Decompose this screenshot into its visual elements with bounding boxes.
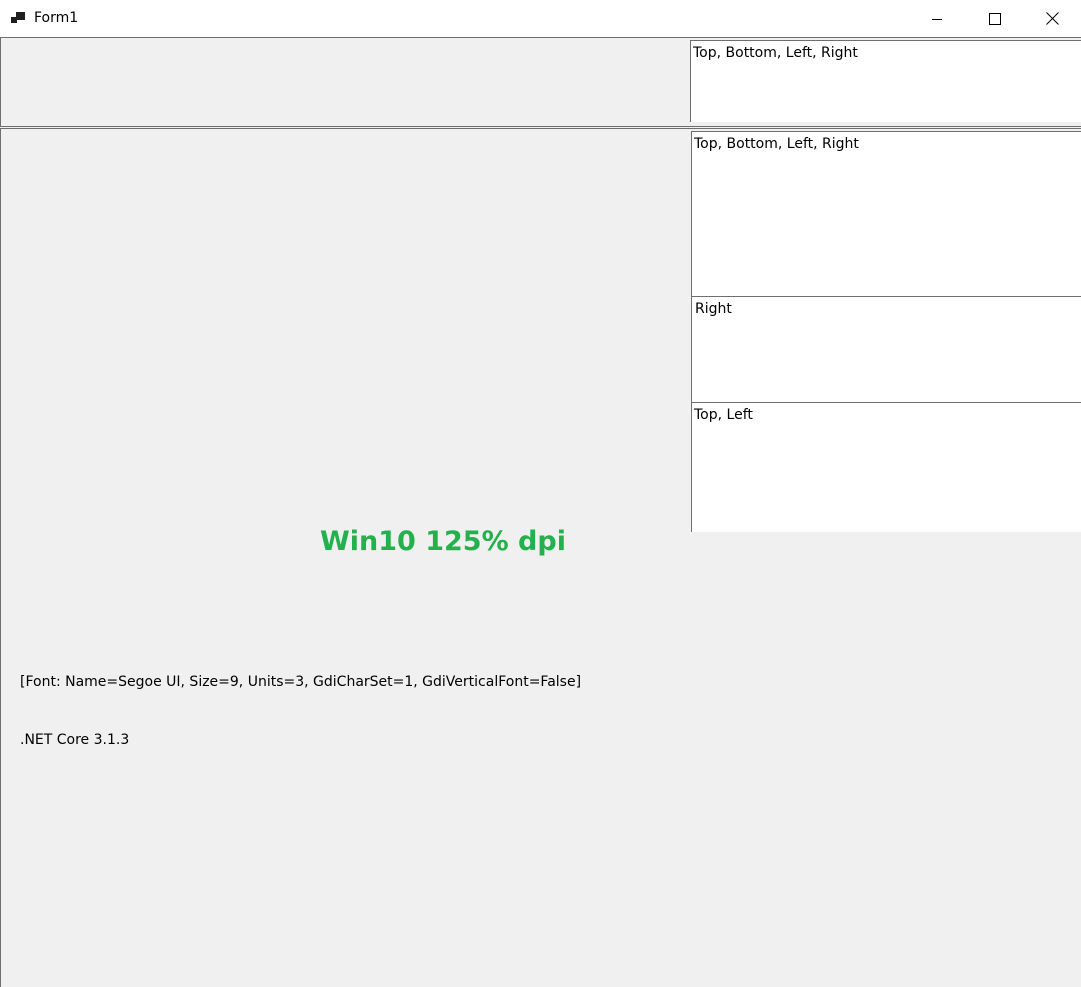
minimize-button[interactable] <box>908 0 966 37</box>
font-info-label: [Font: Name=Segoe UI, Size=9, Units=3, G… <box>20 674 582 690</box>
top-panel-textbox[interactable]: Top, Bottom, Left, Right <box>690 40 1081 122</box>
minimize-icon <box>932 18 942 20</box>
top-panel: Top, Bottom, Left, Right <box>0 37 1081 127</box>
window-title: Form1 <box>34 10 79 26</box>
anchor-right-textbox[interactable]: Right <box>691 296 1081 403</box>
form1-window: Form1 Top, Bottom, Left, Right Top, Bott… <box>0 0 1081 987</box>
runtime-version-label: .NET Core 3.1.3 <box>20 732 130 748</box>
main-panel: Top, Bottom, Left, Right Right Top, Left… <box>0 128 1081 987</box>
dpi-label: Win10 125% dpi <box>320 526 566 557</box>
maximize-icon <box>989 12 1001 25</box>
anchor-top-left-textbox[interactable]: Top, Left <box>691 402 1081 532</box>
close-icon <box>1045 12 1059 25</box>
app-icon <box>11 11 26 25</box>
anchor-all-textbox[interactable]: Top, Bottom, Left, Right <box>691 131 1081 297</box>
title-bar[interactable]: Form1 <box>0 0 1081 37</box>
close-button[interactable] <box>1023 0 1081 37</box>
maximize-button[interactable] <box>966 0 1024 37</box>
